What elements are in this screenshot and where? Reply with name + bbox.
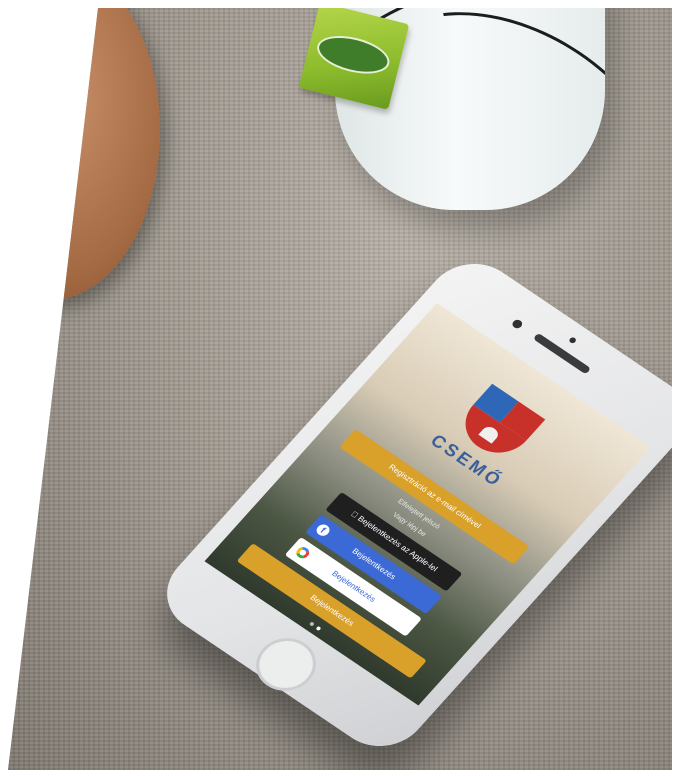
teabag-tag-label	[313, 29, 394, 81]
page-indicator	[308, 621, 329, 637]
google-icon	[293, 544, 312, 561]
proximity-sensor	[568, 336, 578, 345]
smartphone: CSEMŐ Regisztráció az e-mail címével Elf…	[147, 247, 672, 763]
earpiece-speaker	[532, 332, 592, 375]
product-photo: CSEMŐ Regisztráció az e-mail címével Elf…	[8, 8, 672, 770]
page-dot	[308, 621, 315, 627]
facebook-icon: f	[314, 522, 333, 539]
home-button	[243, 627, 329, 702]
front-camera-icon	[510, 318, 525, 330]
wooden-coaster	[8, 8, 160, 300]
page-dot-active	[315, 625, 322, 632]
